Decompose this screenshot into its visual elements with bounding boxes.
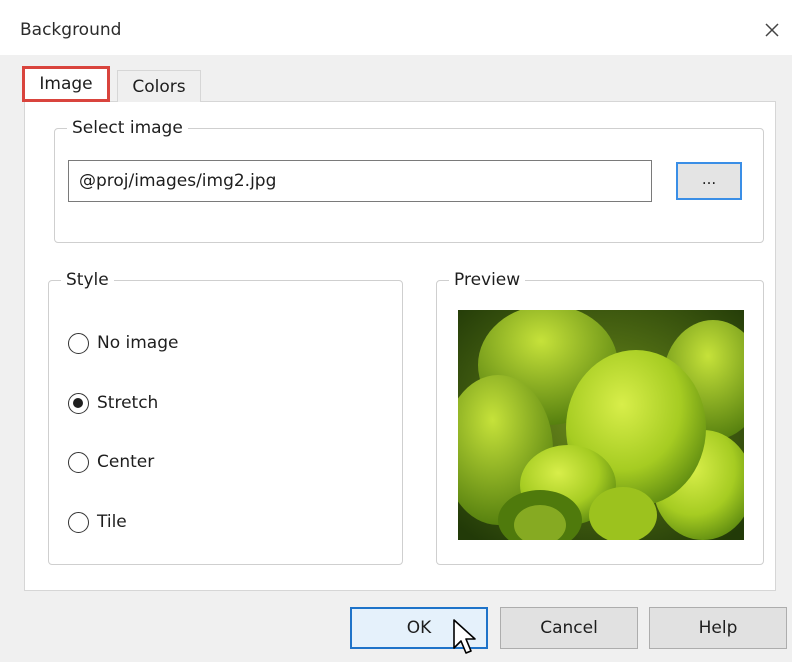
radio-label: Tile [97, 512, 127, 532]
help-button[interactable]: Help [649, 607, 787, 649]
cancel-button[interactable]: Cancel [500, 607, 638, 649]
radio-button[interactable] [68, 332, 89, 354]
style-legend: Style [61, 269, 114, 291]
browse-button[interactable]: ... [676, 162, 742, 200]
radio-button[interactable] [68, 511, 89, 533]
image-path-input[interactable] [68, 160, 652, 202]
radio-label: No image [97, 333, 179, 353]
radio-button[interactable] [68, 451, 89, 473]
radio-center[interactable]: Center [68, 447, 154, 477]
preview-image [458, 310, 744, 540]
close-icon[interactable] [756, 14, 788, 46]
tab-image[interactable]: Image [22, 66, 110, 102]
radio-stretch[interactable]: Stretch [68, 388, 158, 418]
window-title: Background [20, 20, 122, 40]
radio-label: Stretch [97, 393, 159, 413]
preview-legend: Preview [449, 269, 526, 291]
title-bar: Background [0, 0, 792, 55]
select-image-legend: Select image [67, 117, 188, 139]
radio-button[interactable] [68, 392, 89, 414]
tab-colors[interactable]: Colors [117, 70, 201, 102]
radio-label: Center [97, 452, 155, 472]
radio-tile[interactable]: Tile [68, 507, 127, 537]
mouse-pointer-icon [453, 619, 476, 654]
radio-no-image[interactable]: No image [68, 328, 178, 358]
